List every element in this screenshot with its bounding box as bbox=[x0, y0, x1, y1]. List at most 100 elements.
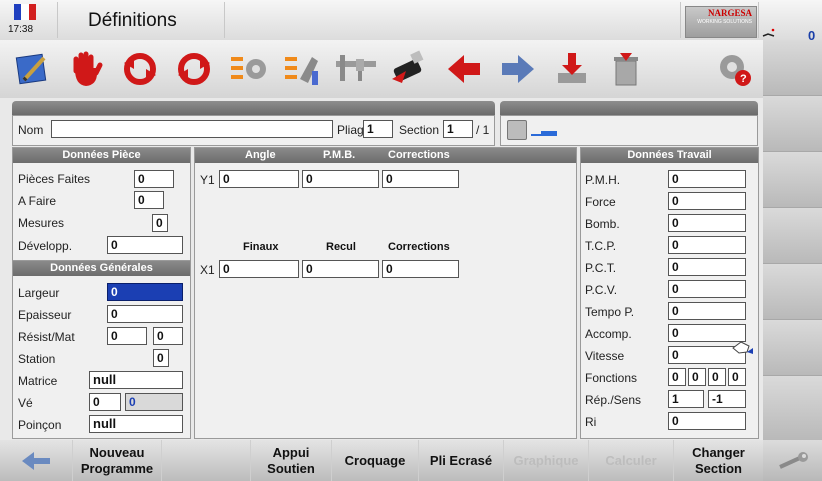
epaisseur-field[interactable]: 0 bbox=[107, 305, 183, 323]
changer-section-button[interactable]: Changer Section bbox=[674, 440, 764, 481]
fonctions-label: Fonctions bbox=[585, 371, 638, 385]
x1-corrections-field[interactable]: 0 bbox=[382, 260, 459, 278]
pcv-field[interactable]: 0 bbox=[668, 280, 746, 298]
language-flag-icon[interactable] bbox=[14, 4, 36, 20]
fonction-4-field[interactable]: 0 bbox=[728, 368, 746, 386]
pct-field[interactable]: 0 bbox=[668, 258, 746, 276]
vitesse-label: Vitesse bbox=[585, 349, 625, 363]
pmh-label: P.M.H. bbox=[585, 173, 621, 187]
tcp-field[interactable]: 0 bbox=[668, 236, 746, 254]
donnees-piece-panel: Données Pièce Pièces Faites 0 A Faire 0 … bbox=[12, 147, 191, 261]
nouveau-programme-button[interactable]: Nouveau Programme bbox=[73, 440, 162, 481]
piece-header-panel: Nom Pliage 1 Section 1 / 1 bbox=[12, 115, 495, 146]
top-bar: 17:38 Définitions NARGESA WORKING SOLUTI… bbox=[0, 0, 822, 43]
section-field[interactable]: 1 bbox=[443, 120, 473, 138]
nom-field[interactable] bbox=[51, 120, 333, 138]
page-title: Définitions bbox=[88, 10, 177, 31]
section-label: Section bbox=[399, 123, 440, 137]
largeur-field[interactable]: 0 bbox=[107, 283, 183, 301]
caliper-icon[interactable] bbox=[334, 48, 378, 90]
matrice-label: Matrice bbox=[18, 374, 58, 388]
donnees-generales-panel: Données Générales Largeur 0 Epaisseur 0 … bbox=[12, 260, 191, 439]
resist-mat-label: Résist/Mat bbox=[18, 330, 75, 344]
col-pmb: P.M.B. bbox=[323, 149, 356, 161]
ve-label: Vé bbox=[18, 396, 33, 410]
ve-secondary-field[interactable]: 0 bbox=[125, 393, 183, 411]
empty-button-1[interactable] bbox=[162, 440, 251, 481]
arrow-right-blue-icon[interactable] bbox=[496, 48, 540, 90]
settings-alert-icon[interactable]: ? bbox=[712, 48, 756, 90]
fonction-2-field[interactable]: 0 bbox=[688, 368, 706, 386]
import-icon[interactable] bbox=[550, 48, 594, 90]
pliage-field[interactable]: 1 bbox=[363, 120, 393, 138]
right-side-panel bbox=[763, 40, 822, 481]
fonction-1-field[interactable]: 0 bbox=[668, 368, 686, 386]
tools-button[interactable] bbox=[763, 440, 822, 481]
appui-soutien-button[interactable]: Appui Soutien bbox=[251, 440, 332, 481]
ve-field[interactable]: 0 bbox=[89, 393, 121, 411]
tempo-label: Tempo P. bbox=[585, 305, 635, 319]
pmh-field[interactable]: 0 bbox=[668, 170, 746, 188]
force-field[interactable]: 0 bbox=[668, 192, 746, 210]
poincon-field[interactable]: null bbox=[89, 415, 183, 433]
accomp-label: Accomp. bbox=[585, 327, 632, 341]
croquage-button[interactable]: Croquage bbox=[332, 440, 419, 481]
y1-angle-field[interactable]: 0 bbox=[219, 170, 299, 188]
ri-label: Ri bbox=[585, 415, 597, 429]
pct-label: P.C.T. bbox=[585, 261, 617, 275]
a-faire-label: A Faire bbox=[18, 194, 57, 208]
tempo-field[interactable]: 0 bbox=[668, 302, 746, 320]
donnees-travail-title: Données Travail bbox=[581, 148, 758, 163]
calculer-button[interactable]: Calculer bbox=[589, 440, 674, 481]
x1-label: X1 bbox=[200, 263, 215, 277]
rep-field[interactable]: 1 bbox=[668, 390, 704, 408]
gears-list-icon[interactable] bbox=[226, 48, 270, 90]
graphique-button[interactable]: Graphique bbox=[504, 440, 589, 481]
ri-field[interactable]: 0 bbox=[668, 412, 746, 430]
col-corrections-x: Corrections bbox=[388, 241, 450, 253]
clock: 17:38 bbox=[8, 24, 34, 35]
bottom-bar: Nouveau Programme Appui Soutien Croquage P… bbox=[0, 440, 764, 481]
largeur-label: Largeur bbox=[18, 286, 60, 300]
station-field[interactable]: 0 bbox=[153, 349, 169, 367]
fonction-3-field[interactable]: 0 bbox=[708, 368, 726, 386]
developpe-field[interactable]: 0 bbox=[107, 236, 183, 254]
bomb-field[interactable]: 0 bbox=[668, 214, 746, 232]
donnees-generales-title: Données Générales bbox=[13, 261, 190, 276]
pieces-faites-label: Pièces Faites bbox=[18, 172, 91, 186]
rotate-left-icon[interactable] bbox=[118, 48, 162, 90]
col-angle: Angle bbox=[245, 149, 276, 161]
back-button[interactable] bbox=[0, 440, 73, 481]
x1-finaux-field[interactable]: 0 bbox=[219, 260, 299, 278]
pcv-label: P.C.V. bbox=[585, 283, 618, 297]
arrow-left-red-icon[interactable] bbox=[442, 48, 486, 90]
tcp-label: T.C.P. bbox=[585, 239, 617, 253]
piece-header-bar bbox=[12, 101, 495, 115]
resist-field[interactable]: 0 bbox=[107, 327, 147, 345]
usb-icon[interactable] bbox=[388, 48, 432, 90]
station-label: Station bbox=[18, 352, 56, 366]
pieces-faites-field[interactable]: 0 bbox=[134, 170, 174, 188]
trash-icon[interactable] bbox=[604, 48, 648, 90]
col-finaux: Finaux bbox=[243, 241, 279, 253]
mat-field[interactable]: 0 bbox=[153, 327, 183, 345]
col-corrections-y: Corrections bbox=[388, 149, 450, 161]
x1-recul-field[interactable]: 0 bbox=[302, 260, 379, 278]
y1-corrections-field[interactable]: 0 bbox=[382, 170, 459, 188]
bend-list-icon[interactable] bbox=[280, 48, 324, 90]
matrice-field[interactable]: null bbox=[89, 371, 183, 389]
edit-icon[interactable] bbox=[10, 48, 54, 90]
y1-pmb-field[interactable]: 0 bbox=[302, 170, 379, 188]
pointer-hand-icon bbox=[731, 338, 755, 358]
mesures-field[interactable]: 0 bbox=[152, 214, 168, 232]
color-swatch[interactable] bbox=[507, 120, 527, 140]
pli-ecrase-button[interactable]: Pli Ecrasé bbox=[419, 440, 504, 481]
sens-field[interactable]: -1 bbox=[708, 390, 746, 408]
rotate-right-icon[interactable] bbox=[172, 48, 216, 90]
developpe-label: Développ. bbox=[18, 239, 73, 253]
epaisseur-label: Epaisseur bbox=[18, 308, 72, 322]
hand-stop-icon[interactable] bbox=[64, 48, 108, 90]
a-faire-field[interactable]: 0 bbox=[134, 191, 164, 209]
donnees-piece-title: Données Pièce bbox=[13, 148, 190, 163]
y1-label: Y1 bbox=[200, 173, 215, 187]
